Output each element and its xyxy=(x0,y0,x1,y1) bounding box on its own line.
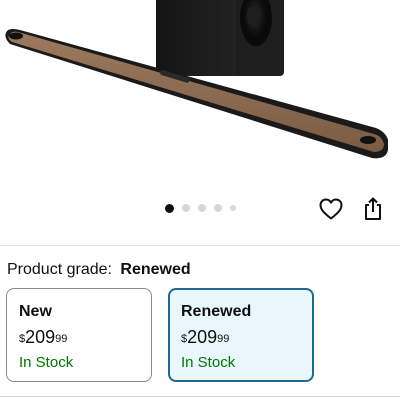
option-stock-status: In Stock xyxy=(181,354,236,371)
option-card-new[interactable]: New $20999 In Stock xyxy=(6,288,152,382)
price-symbol: $ xyxy=(181,333,188,345)
price-fraction: 99 xyxy=(217,333,230,345)
carousel-dot[interactable] xyxy=(213,204,222,212)
option-title: Renewed xyxy=(181,303,252,320)
subwoofer xyxy=(156,0,284,76)
carousel-dot[interactable] xyxy=(197,204,206,212)
bottom-divider xyxy=(0,396,400,397)
section-divider xyxy=(0,245,400,246)
carousel-dot[interactable] xyxy=(181,204,190,212)
price-whole: 209 xyxy=(25,327,56,347)
option-price: $20999 xyxy=(181,326,301,350)
carousel-dot[interactable] xyxy=(229,205,236,211)
price-symbol: $ xyxy=(19,333,26,345)
product-grade: Product grade: Renewed xyxy=(7,259,191,281)
share-icon[interactable] xyxy=(360,196,386,222)
heart-icon[interactable] xyxy=(318,196,344,222)
price-fraction: 99 xyxy=(55,333,68,345)
product-page: Product grade: Renewed New $20999 In Sto… xyxy=(0,0,400,400)
option-stock-status: In Stock xyxy=(19,354,74,371)
option-title: New xyxy=(19,303,52,320)
option-price: $20999 xyxy=(19,326,139,350)
soundbar-image xyxy=(5,0,389,159)
product-grade-label: Product grade: xyxy=(7,261,112,278)
carousel-dot-active[interactable] xyxy=(164,203,174,213)
price-whole: 209 xyxy=(187,327,218,347)
product-image[interactable] xyxy=(0,0,400,200)
option-card-renewed[interactable]: Renewed $20999 In Stock xyxy=(168,288,314,382)
product-grade-value: Renewed xyxy=(120,261,191,278)
